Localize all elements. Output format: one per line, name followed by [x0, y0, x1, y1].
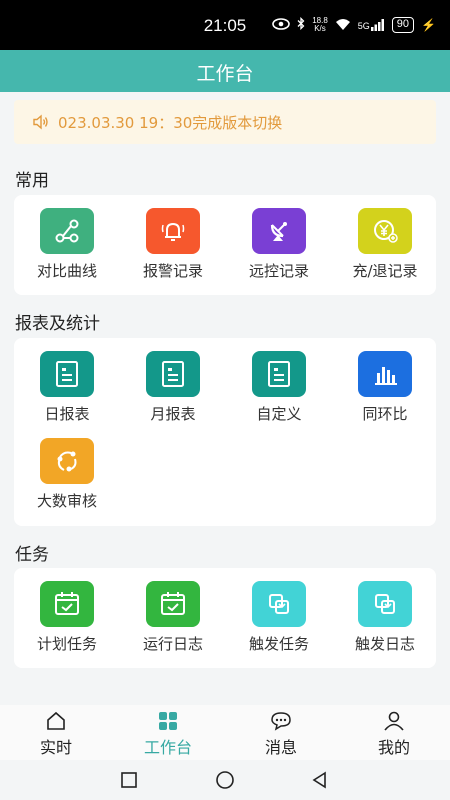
- grid-item-daily-report[interactable]: 日报表: [14, 351, 120, 424]
- trigger-icon: [252, 581, 306, 627]
- section-title-tasks: 任务: [15, 545, 49, 565]
- report-doc-icon: [146, 351, 200, 397]
- battery-indicator: 90: [391, 17, 415, 33]
- report-doc-icon: [252, 351, 306, 397]
- calendar-check-icon: [146, 581, 200, 627]
- bar-chart-icon: [358, 351, 412, 397]
- section-title-reports: 报表及统计: [15, 314, 100, 334]
- grid-item-monthly-report[interactable]: 月报表: [120, 351, 226, 424]
- section-title-common: 常用: [15, 171, 49, 191]
- grid-item-trigger-log[interactable]: 触发日志: [332, 581, 438, 654]
- status-bar: 21:05 18.8 K/s 5G 90 ⚡: [0, 0, 450, 50]
- audit-cycle-icon: [40, 438, 94, 484]
- cellular-signal-icon: 5G: [358, 19, 385, 31]
- satellite-dish-icon: [252, 208, 306, 254]
- share-nodes-icon: [40, 208, 94, 254]
- alarm-bell-icon: [146, 208, 200, 254]
- grid-item-alarm-record[interactable]: 报警记录: [120, 208, 226, 281]
- page-title: 工作台: [196, 63, 254, 85]
- grid-item-remote-control-record[interactable]: 远控记录: [226, 208, 332, 281]
- recent-apps-button[interactable]: [117, 768, 141, 792]
- nav-item-realtime[interactable]: 实时: [0, 705, 112, 760]
- user-icon: [338, 710, 450, 732]
- wifi-icon: [335, 18, 351, 33]
- grid-item-run-log[interactable]: 运行日志: [120, 581, 226, 654]
- nav-item-messages[interactable]: 消息: [225, 705, 337, 760]
- notice-banner[interactable]: 023.03.30 19：30完成版本切换: [14, 100, 436, 144]
- status-icons: 18.8 K/s 5G 90 ⚡: [272, 17, 436, 33]
- message-bubble-icon: [225, 710, 337, 732]
- grid-item-yoy-mom[interactable]: 同环比: [332, 351, 438, 424]
- nav-item-profile[interactable]: 我的: [338, 705, 450, 760]
- nav-item-workbench[interactable]: 工作台: [112, 705, 224, 760]
- bluetooth-icon: [297, 16, 305, 33]
- grid-item-trigger-task[interactable]: 触发任务: [226, 581, 332, 654]
- common-card: 对比曲线 报警记录 远控记录 充/退记录: [14, 195, 436, 295]
- bottom-nav: 实时 工作台 消息 我的: [0, 705, 450, 760]
- speaker-icon: [32, 113, 50, 131]
- grid-item-recharge-refund-record[interactable]: 充/退记录: [332, 208, 438, 281]
- workbench-grid-icon: [112, 710, 224, 732]
- notice-text: 023.03.30 19：30完成版本切换: [58, 113, 283, 132]
- trigger-icon: [358, 581, 412, 627]
- home-icon: [0, 710, 112, 732]
- home-button[interactable]: [213, 768, 237, 792]
- report-doc-icon: [40, 351, 94, 397]
- tasks-card: 计划任务 运行日志 触发任务 触发日志: [14, 568, 436, 668]
- system-nav-bar: [0, 760, 450, 800]
- grid-item-plan-task[interactable]: 计划任务: [14, 581, 120, 654]
- grid-item-custom-report[interactable]: 自定义: [226, 351, 332, 424]
- net-speed: 18.8 K/s: [312, 16, 328, 33]
- back-button[interactable]: [308, 768, 332, 792]
- reports-card: 日报表 月报表 自定义 同环比 大数审核: [14, 338, 436, 526]
- eye-icon: [272, 17, 291, 33]
- grid-item-compare-curve[interactable]: 对比曲线: [14, 208, 120, 281]
- calendar-check-icon: [40, 581, 94, 627]
- charging-icon: ⚡: [421, 18, 436, 32]
- app-header: 工作台: [0, 50, 450, 92]
- grid-item-big-data-audit[interactable]: 大数审核: [14, 438, 120, 511]
- yen-coin-icon: [358, 208, 412, 254]
